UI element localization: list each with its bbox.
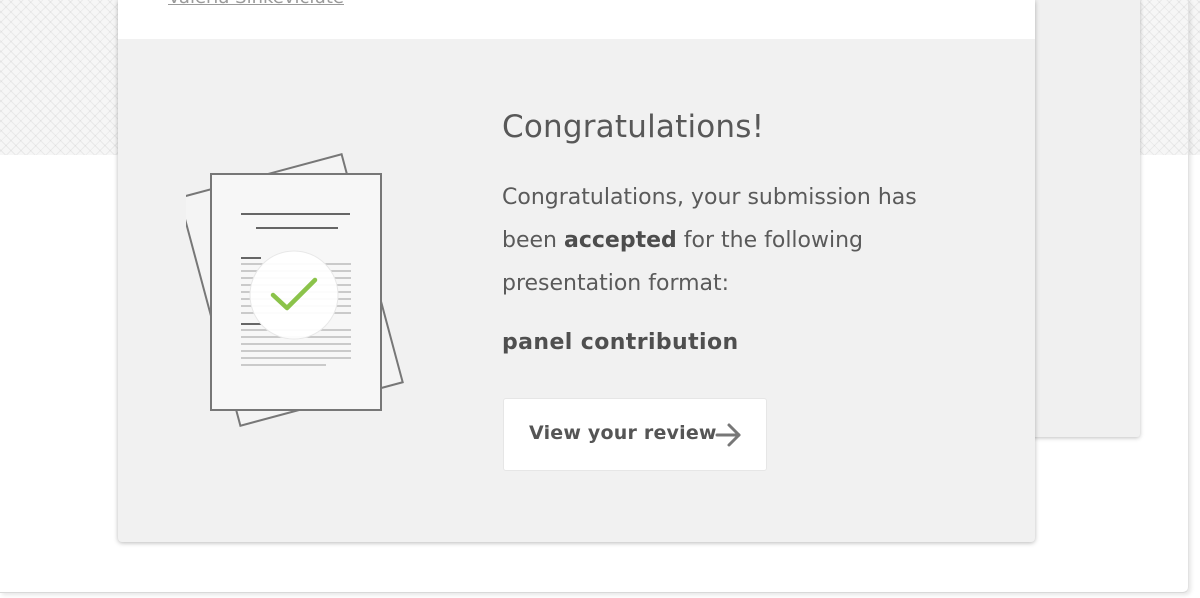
view-review-label: View your review [529,422,717,444]
acceptance-message: Congratulations, your submission has bee… [502,176,922,305]
acceptance-status: accepted [563,228,677,253]
author-link[interactable]: Valeria Sinkeviciute [168,0,344,8]
congratulations-heading: Congratulations! [502,109,765,145]
view-review-button[interactable]: View your review [503,398,767,471]
arrow-right-icon [714,421,744,453]
card-header: Valeria Sinkeviciute [118,0,1035,39]
check-icon [249,250,339,340]
presentation-format: panel contribution [502,330,739,355]
accepted-document-icon [178,150,421,439]
background-card [1020,0,1140,437]
result-message-block: Congratulations! Congratulations, your s… [502,105,942,305]
